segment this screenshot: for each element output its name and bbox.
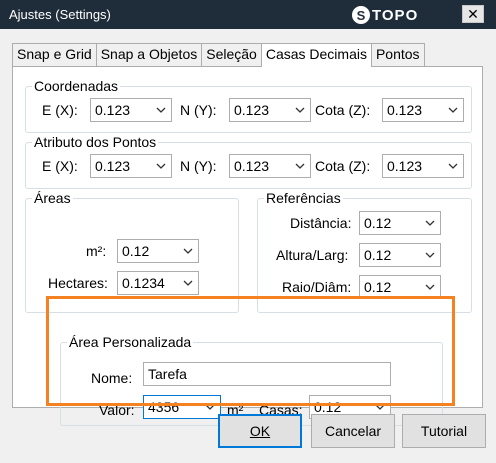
attr-n-select[interactable]: 0.123	[229, 154, 311, 178]
coord-cota-select[interactable]: 0.123	[382, 98, 464, 122]
chevron-down-icon	[425, 220, 435, 226]
coord-n-label: N (Y):	[180, 102, 217, 118]
chevron-down-icon	[448, 163, 458, 169]
tab-strip: Snap e Grid Snap a Objetos Seleção Casas…	[12, 43, 425, 67]
coord-cota-label: Cota (Z):	[315, 102, 371, 118]
coord-e-label: E (X):	[42, 102, 78, 118]
attr-cota-label: Cota (Z):	[315, 158, 371, 174]
areas-hectares-select[interactable]: 0.1234	[117, 271, 199, 295]
group-atributo-pontos: Atributo dos Pontos E (X): 0.123 N (Y): …	[25, 134, 472, 189]
tutorial-button[interactable]: Tutorial	[402, 414, 486, 448]
window-title: Ajustes (Settings)	[9, 7, 111, 22]
close-icon: ✕	[467, 6, 479, 22]
tab-snap-a-objetos[interactable]: Snap a Objetos	[95, 43, 203, 66]
attr-cota-select[interactable]: 0.123	[382, 154, 464, 178]
ref-altura-label: Altura/Larg:	[276, 247, 349, 263]
chevron-down-icon	[183, 280, 193, 286]
areas-m2-label: m²:	[86, 243, 107, 259]
chevron-down-icon	[295, 163, 305, 169]
ref-altura-select[interactable]: 0.12	[359, 243, 441, 267]
attr-n-label: N (Y):	[180, 158, 217, 174]
attr-e-select[interactable]: 0.123	[90, 154, 172, 178]
chevron-down-icon	[295, 107, 305, 113]
group-coordenadas: Coordenadas E (X): 0.123 N (Y): 0.123 Co…	[25, 78, 472, 133]
highlight-box	[46, 296, 455, 406]
chevron-down-icon	[425, 284, 435, 290]
tab-casas-decimais[interactable]: Casas Decimais	[260, 43, 372, 67]
title-bar: Ajustes (Settings) S TOPO ✕	[0, 0, 496, 29]
coord-n-select[interactable]: 0.123	[229, 98, 311, 122]
group-areas-title: Áreas	[32, 190, 73, 206]
areas-m2-select[interactable]: 0.12	[117, 239, 199, 263]
chevron-down-icon	[183, 248, 193, 254]
chevron-down-icon	[156, 107, 166, 113]
ok-button[interactable]: OK	[218, 414, 302, 448]
attr-e-label: E (X):	[42, 158, 78, 174]
areas-hectares-label: Hectares:	[48, 275, 108, 291]
group-referencias-title: Referências	[264, 190, 343, 206]
logo-mark-icon: S	[352, 6, 370, 24]
chevron-down-icon	[156, 163, 166, 169]
chevron-down-icon	[448, 107, 458, 113]
ref-distancia-label: Distância:	[290, 215, 352, 231]
ref-distancia-select[interactable]: 0.12	[359, 211, 441, 235]
group-coordenadas-title: Coordenadas	[32, 78, 121, 94]
tab-snap-e-grid[interactable]: Snap e Grid	[12, 43, 97, 66]
tab-pontos[interactable]: Pontos	[370, 43, 425, 66]
group-atributo-title: Atributo dos Pontos	[32, 134, 159, 150]
ref-raio-label: Raio/Diâm:	[282, 279, 352, 295]
logo-text: TOPO	[372, 6, 419, 24]
app-logo: S TOPO	[352, 4, 418, 26]
coord-e-select[interactable]: 0.123	[90, 98, 172, 122]
tab-selecao[interactable]: Seleção	[201, 43, 262, 66]
chevron-down-icon	[425, 252, 435, 258]
cancel-button[interactable]: Cancelar	[311, 414, 395, 448]
close-button[interactable]: ✕	[462, 5, 484, 23]
